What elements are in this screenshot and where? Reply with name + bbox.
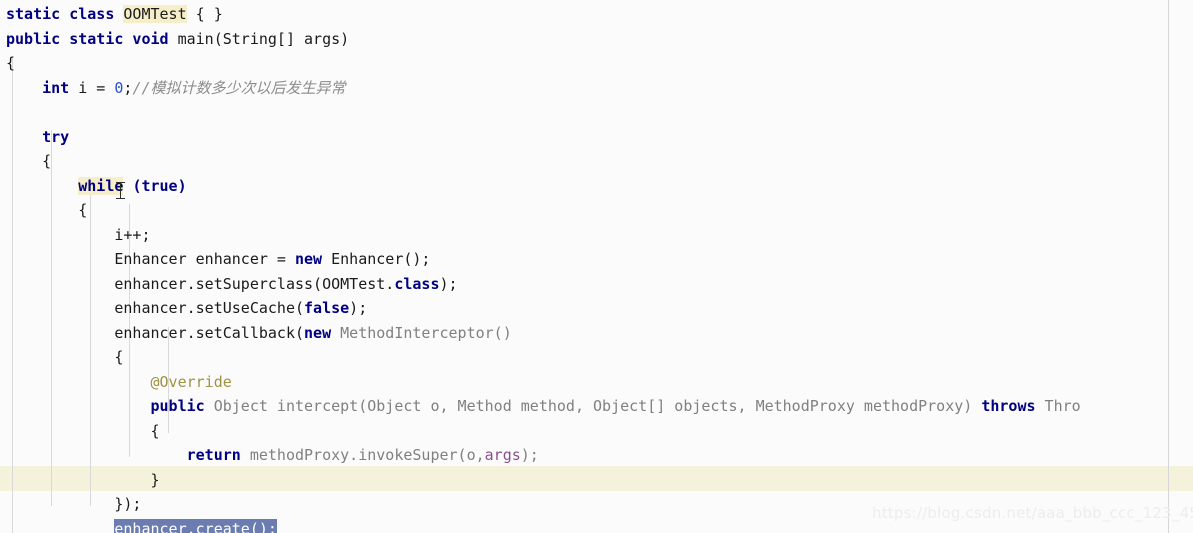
token-keyword: false: [304, 299, 350, 317]
code-line-3[interactable]: {: [0, 51, 1193, 76]
token-plain: i =: [69, 78, 115, 97]
watermark-url: https://blog.csdn.net/aaa_bbb_ccc_123_45…: [872, 504, 1193, 522]
token-plain: enhancer.setCallback(: [6, 323, 305, 342]
token-plain: Enhancer enhancer =: [6, 250, 295, 268]
token-plain: {: [6, 421, 160, 440]
token-comment: //模拟计数多少次以后发生异常: [132, 78, 346, 97]
token-highlighted-identifier: OOMTest: [123, 5, 187, 23]
token-keyword: (true): [132, 176, 187, 195]
token-keyword: static class: [6, 5, 124, 23]
token-plain: {: [6, 348, 124, 366]
token-signature: Object intercept(Object o, Method method…: [204, 397, 982, 415]
code-line-18[interactable]: {: [0, 419, 1193, 444]
token-plain: {: [6, 152, 52, 170]
token-keyword: try: [42, 127, 70, 146]
token-keyword: public static void: [6, 29, 178, 48]
token-keyword: public: [150, 397, 205, 415]
code-line-1[interactable]: static class OOMTest { }: [0, 2, 1193, 27]
token-plain: enhancer.setSuperclass(OOMTest.: [6, 274, 395, 293]
code-line-5[interactable]: [0, 100, 1193, 125]
code-line-9[interactable]: {: [0, 198, 1193, 223]
token-plain: main(String[] args): [177, 29, 350, 48]
token-dimmed-call: methodProxy.invokeSuper(o,: [240, 446, 485, 464]
code-line-4[interactable]: int i = 0;//模拟计数多少次以后发生异常: [0, 76, 1193, 101]
selected-text[interactable]: enhancer.create();: [114, 518, 277, 533]
token-plain: {: [6, 201, 88, 219]
token-keyword: int: [6, 78, 70, 97]
token-dimmed-tail: );: [520, 446, 539, 464]
token-plain: }: [6, 470, 160, 489]
code-line-13[interactable]: enhancer.setUseCache(false);: [0, 296, 1193, 321]
token-dimmed-type: MethodInterceptor(): [331, 323, 512, 342]
token-parameter: args: [484, 446, 521, 464]
code-line-16[interactable]: @Override: [0, 370, 1193, 395]
code-line-19[interactable]: return methodProxy.invokeSuper(o,args);: [0, 443, 1193, 468]
token-plain: );: [349, 299, 368, 317]
code-editor[interactable]: static class OOMTest { } public static v…: [0, 0, 1193, 533]
code-line-6[interactable]: try: [0, 125, 1193, 150]
token-plain: i++;: [6, 225, 151, 244]
code-text-layer[interactable]: static class OOMTest { } public static v…: [0, 0, 1193, 533]
code-line-10[interactable]: i++;: [0, 223, 1193, 248]
token-keyword: class: [394, 274, 440, 293]
token-keyword: new: [304, 323, 332, 342]
token-annotation: @Override: [150, 372, 232, 391]
code-line-2[interactable]: public static void main(String[] args): [0, 27, 1193, 52]
token-plain: Enhancer();: [322, 250, 431, 268]
token-highlighted-keyword: while: [78, 176, 124, 195]
token-keyword: return: [186, 446, 241, 464]
token-plain: );: [439, 274, 458, 293]
token-keyword: new: [294, 250, 323, 268]
token-plain: { }: [186, 5, 223, 23]
token-keyword: throws: [981, 397, 1036, 415]
code-line-11[interactable]: Enhancer enhancer = new Enhancer();: [0, 247, 1193, 272]
code-line-20[interactable]: }: [0, 468, 1193, 493]
code-line-14[interactable]: enhancer.setCallback(new MethodIntercept…: [0, 321, 1193, 346]
code-line-15[interactable]: {: [0, 345, 1193, 370]
token-clipped-type: Thro: [1035, 397, 1081, 415]
token-plain: });: [6, 495, 142, 513]
code-line-12[interactable]: enhancer.setSuperclass(OOMTest.class);: [0, 272, 1193, 297]
token-plain: {: [6, 54, 16, 72]
code-line-8[interactable]: while (true): [0, 174, 1193, 199]
code-line-7[interactable]: {: [0, 149, 1193, 174]
token-plain: enhancer.setUseCache(: [6, 299, 305, 317]
code-line-17[interactable]: public Object intercept(Object o, Method…: [0, 394, 1193, 419]
